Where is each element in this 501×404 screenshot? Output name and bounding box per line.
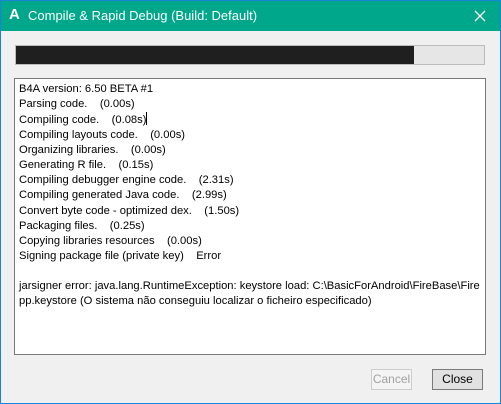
compile-log[interactable]: B4A version: 6.50 BETA #1 Parsing code. …: [14, 78, 486, 355]
log-line-debugger: Compiling debugger engine code. (2.31s): [19, 174, 234, 187]
close-window-icon[interactable]: [470, 6, 490, 26]
title-bar[interactable]: A Compile & Rapid Debug (Build: Default): [1, 1, 500, 31]
log-line-compiling-code-text: Compiling code. (0.08s): [19, 114, 147, 127]
log-line-dex: Convert byte code - optimized dex. (1.50…: [19, 204, 240, 217]
log-line-java: Compiling generated Java code. (2.99s): [19, 189, 227, 202]
log-line-resources: Copying libraries resources (0.00s): [19, 234, 202, 247]
close-button[interactable]: Close: [432, 369, 483, 390]
log-line-signing: Signing package file (private key) Error: [19, 250, 222, 263]
log-line-version: B4A version: 6.50 BETA #1: [19, 83, 154, 95]
error-message: jarsigner error: java.lang.RuntimeExcept…: [19, 280, 480, 308]
log-line-layouts: Compiling layouts code. (0.00s): [19, 128, 186, 141]
log-line-parsing: Parsing code. (0.00s): [19, 98, 135, 111]
text-caret: [146, 112, 148, 126]
window-title: Compile & Rapid Debug (Build: Default): [28, 8, 258, 23]
log-line-packaging: Packaging files. (0.25s): [19, 219, 145, 232]
compile-dialog: A Compile & Rapid Debug (Build: Default)…: [0, 0, 501, 404]
cancel-button[interactable]: Cancel: [371, 369, 412, 390]
log-line-r-file: Generating R file. (0.15s): [19, 158, 154, 171]
progress-bar: [15, 45, 485, 65]
b4a-app-icon: A: [9, 6, 20, 23]
log-line-compiling-code: Compiling code. (0.08s): [19, 112, 481, 127]
progress-fill: [16, 46, 414, 64]
log-line-libraries: Organizing libraries. (0.00s): [19, 143, 166, 156]
